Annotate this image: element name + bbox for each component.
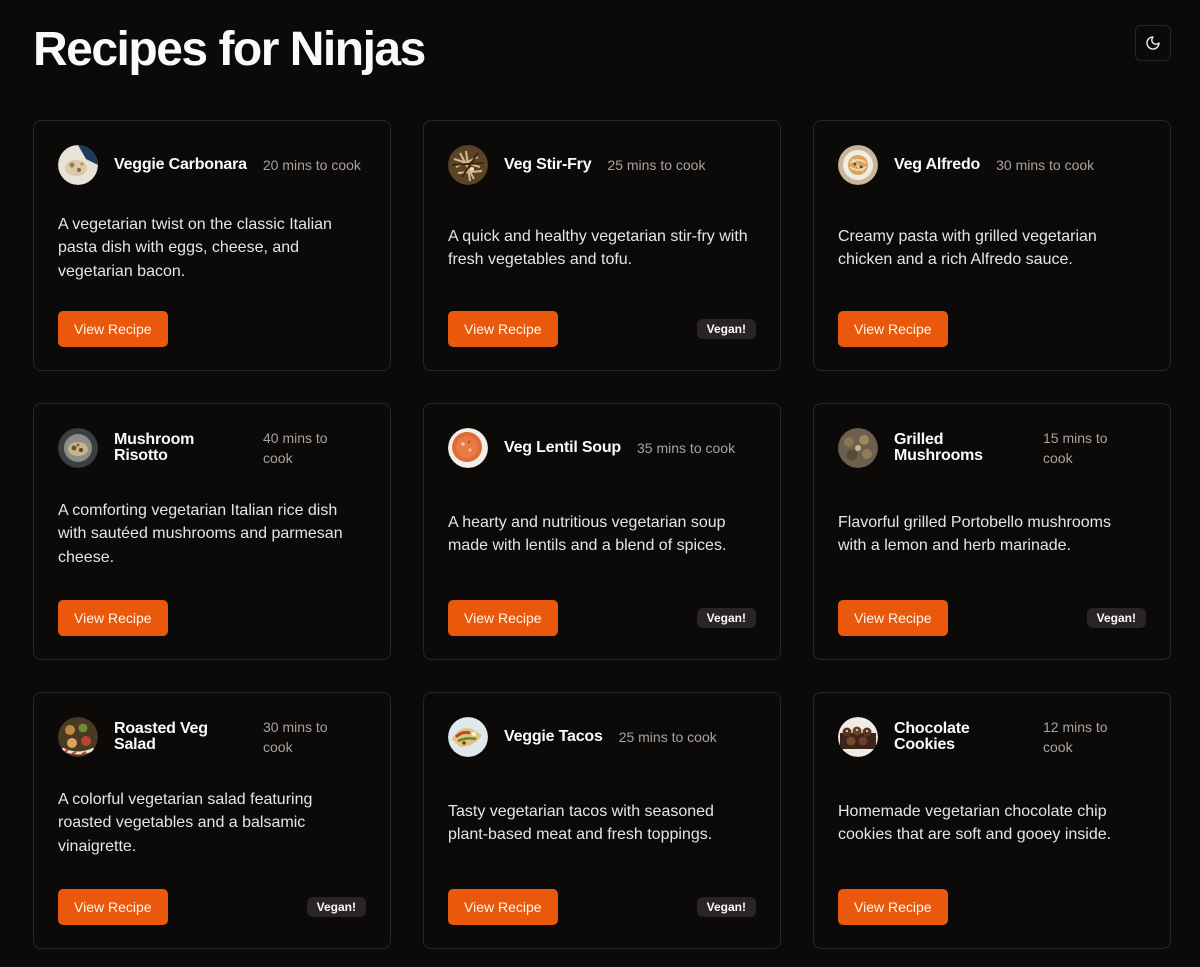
recipe-description: A colorful vegetarian salad featuring ro… xyxy=(58,790,313,855)
recipe-title: Grilled Mushrooms xyxy=(894,431,983,464)
recipe-grid: Veggie Carbonara 20 mins to cook A veget… xyxy=(33,120,1171,949)
recipe-card-footer: View Recipe xyxy=(838,889,1146,925)
recipe-card-header: Veg Stir-Fry 25 mins to cook xyxy=(448,145,756,185)
recipe-cook-time: 30 mins to cook xyxy=(263,719,328,755)
vegan-badge: Vegan! xyxy=(306,897,366,917)
recipe-thumbnail xyxy=(448,717,488,757)
recipe-title: Chocolate Cookies xyxy=(894,720,970,753)
recipe-title: Veg Lentil Soup xyxy=(504,439,622,456)
recipe-card-header: Grilled Mushrooms 15 mins to cook xyxy=(838,428,1146,468)
view-recipe-button[interactable]: View Recipe xyxy=(58,889,168,925)
recipe-card-footer: View Recipe xyxy=(58,311,366,347)
recipe-card: Veggie Carbonara 20 mins to cook A veget… xyxy=(33,120,391,371)
recipe-card-header: Veg Lentil Soup 35 mins to cook xyxy=(448,428,756,468)
recipe-title: Roasted Veg Salad xyxy=(114,720,208,753)
recipe-card: Roasted Veg Salad 30 mins to cook A colo… xyxy=(33,692,391,949)
recipe-thumbnail xyxy=(448,145,488,185)
vegan-badge: Vegan! xyxy=(696,897,756,917)
recipe-cook-time: 15 mins to cook xyxy=(1043,430,1108,466)
recipe-thumbnail xyxy=(58,145,98,185)
recipe-card-header: Veg Alfredo 30 mins to cook xyxy=(838,145,1146,185)
view-recipe-button[interactable]: View Recipe xyxy=(448,311,558,347)
recipe-title: Veggie Carbonara xyxy=(114,156,247,173)
recipe-description: A quick and healthy vegetarian stir-fry … xyxy=(448,227,748,269)
view-recipe-button[interactable]: View Recipe xyxy=(838,889,948,925)
recipe-description: A comforting vegetarian Italian rice dis… xyxy=(58,501,343,566)
view-recipe-button[interactable]: View Recipe xyxy=(448,889,558,925)
theme-toggle-button[interactable] xyxy=(1135,25,1171,61)
recipe-description: Homemade vegetarian chocolate chip cooki… xyxy=(838,802,1112,844)
vegan-badge: Vegan! xyxy=(1086,608,1146,628)
recipe-card-footer: View Recipe Vegan! xyxy=(58,889,366,925)
recipe-card-header: Veggie Carbonara 20 mins to cook xyxy=(58,145,366,185)
recipe-title: Veggie Tacos xyxy=(504,728,603,745)
recipe-thumbnail xyxy=(838,145,878,185)
view-recipe-button[interactable]: View Recipe xyxy=(58,600,168,636)
recipe-title: Veg Stir-Fry xyxy=(504,156,592,173)
recipe-description: A hearty and nutritious vegetarian soup … xyxy=(448,513,727,555)
moon-icon xyxy=(1146,36,1160,50)
recipe-card: Veggie Tacos 25 mins to cook Tasty veget… xyxy=(423,692,781,949)
recipe-card-footer: View Recipe Vegan! xyxy=(838,600,1146,636)
recipe-card-footer: View Recipe Vegan! xyxy=(448,889,756,925)
recipe-thumbnail xyxy=(58,717,98,757)
recipe-cook-time: 20 mins to cook xyxy=(262,157,361,173)
recipe-cook-time: 25 mins to cook xyxy=(618,729,717,745)
view-recipe-button[interactable]: View Recipe xyxy=(838,600,948,636)
recipe-title: Mushroom Risotto xyxy=(114,431,195,464)
recipe-cook-time: 12 mins to cook xyxy=(1043,719,1108,755)
recipe-thumbnail xyxy=(838,428,878,468)
view-recipe-button[interactable]: View Recipe xyxy=(448,600,558,636)
recipe-card-header: Chocolate Cookies 12 mins to cook xyxy=(838,717,1146,757)
recipe-card-footer: View Recipe Vegan! xyxy=(448,600,756,636)
recipe-cook-time: 30 mins to cook xyxy=(996,157,1095,173)
recipe-thumbnail xyxy=(838,717,878,757)
view-recipe-button[interactable]: View Recipe xyxy=(838,311,948,347)
vegan-badge: Vegan! xyxy=(696,319,756,339)
recipe-description: A vegetarian twist on the classic Italia… xyxy=(58,215,332,280)
recipe-thumbnail xyxy=(448,428,488,468)
recipe-card: Veg Alfredo 30 mins to cook Creamy pasta… xyxy=(813,120,1171,371)
recipe-card-header: Roasted Veg Salad 30 mins to cook xyxy=(58,717,366,757)
view-recipe-button[interactable]: View Recipe xyxy=(58,311,168,347)
recipe-description: Tasty vegetarian tacos with seasoned pla… xyxy=(448,802,714,844)
recipe-cook-time: 25 mins to cook xyxy=(607,157,706,173)
recipe-card-footer: View Recipe Vegan! xyxy=(448,311,756,347)
recipe-description: Creamy pasta with grilled vegetarian chi… xyxy=(838,227,1097,269)
vegan-badge: Vegan! xyxy=(696,608,756,628)
recipe-title: Veg Alfredo xyxy=(894,156,981,173)
recipe-card-header: Veggie Tacos 25 mins to cook xyxy=(448,717,756,757)
recipe-cook-time: 35 mins to cook xyxy=(637,440,736,456)
page-title: Recipes for Ninjas xyxy=(33,23,426,76)
recipe-card: Mushroom Risotto 40 mins to cook A comfo… xyxy=(33,403,391,660)
recipe-card-header: Mushroom Risotto 40 mins to cook xyxy=(58,428,366,468)
recipe-description: Flavorful grilled Portobello mushrooms w… xyxy=(838,513,1111,555)
recipes-page: Recipes for Ninjas Veggie Carbonara 20 m… xyxy=(0,0,1200,967)
recipe-card-footer: View Recipe xyxy=(58,600,366,636)
page-header: Recipes for Ninjas xyxy=(33,0,1171,120)
recipe-card: Chocolate Cookies 12 mins to cook Homema… xyxy=(813,692,1171,949)
recipe-card-footer: View Recipe xyxy=(838,311,1146,347)
recipe-thumbnail xyxy=(58,428,98,468)
recipe-card: Veg Stir-Fry 25 mins to cook A quick and… xyxy=(423,120,781,371)
recipe-cook-time: 40 mins to cook xyxy=(263,430,328,466)
recipe-card: Grilled Mushrooms 15 mins to cook Flavor… xyxy=(813,403,1171,660)
recipe-card: Veg Lentil Soup 35 mins to cook A hearty… xyxy=(423,403,781,660)
